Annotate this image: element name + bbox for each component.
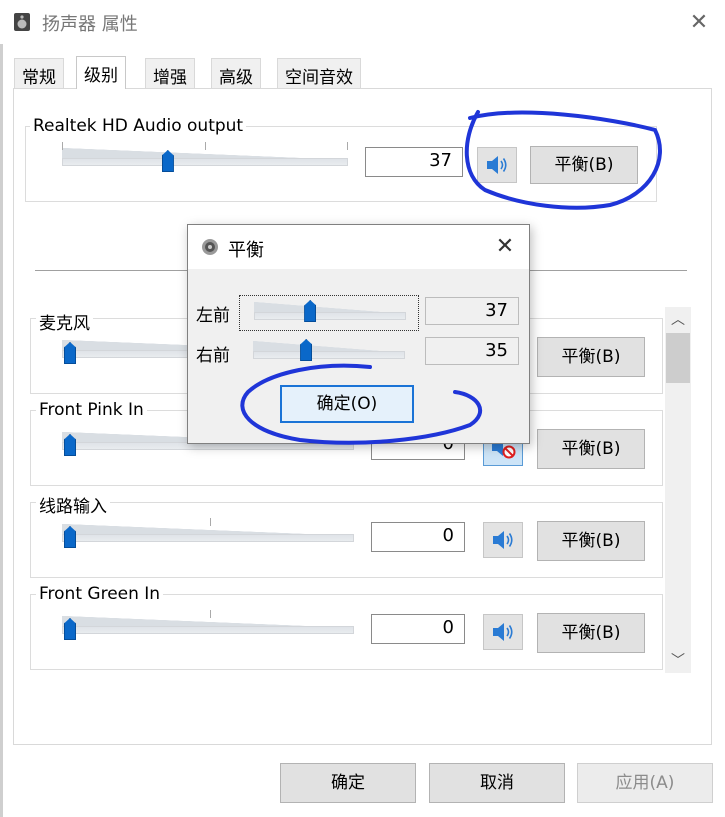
background-window-edge [0,44,3,817]
cancel-button[interactable]: 取消 [429,763,565,803]
ok-button[interactable]: 确定 [280,763,416,803]
output-device-label: Realtek HD Audio output [30,116,247,136]
dialog-title-bar: 平衡 ✕ [188,225,529,269]
device-mute-button[interactable] [483,522,523,558]
slider-track [62,534,354,542]
close-button[interactable]: ✕ [684,8,714,38]
slider-track [62,158,348,166]
left-front-label: 左前 [196,306,230,326]
slider-tick [210,610,211,618]
output-volume-value[interactable]: 37 [365,147,463,177]
window-title: 扬声器 属性 [42,14,138,35]
speaker-properties-icon [14,13,30,31]
device-balance-button[interactable]: 平衡(B) [537,429,645,469]
slider-tick [347,142,348,150]
slider-track [253,351,405,359]
right-front-label: 右前 [196,346,230,366]
tab-spatial-sound[interactable]: 空间音效 [277,58,361,88]
scrollbar-thumb[interactable] [666,333,690,383]
tab-levels[interactable]: 级别 [76,56,126,89]
title-bar: 扬声器 属性 ✕ [0,0,725,44]
right-front-value[interactable]: 35 [425,337,519,365]
device-volume-slider[interactable] [62,610,354,640]
speaker-icon [202,239,218,255]
speaker-icon [493,531,513,549]
balance-dialog: 平衡 ✕ 左前 37 右前 35 确定(O) [187,224,530,444]
speaker-icon [493,623,513,641]
tab-enhancements[interactable]: 增强 [145,58,195,88]
left-front-value[interactable]: 37 [425,297,519,325]
output-balance-button[interactable]: 平衡(B) [530,146,638,184]
device-volume-value[interactable]: 0 [371,614,465,644]
slider-tick [205,142,206,150]
tab-general[interactable]: 常规 [14,58,64,88]
apply-button[interactable]: 应用(A) [577,763,713,803]
device-balance-button[interactable]: 平衡(B) [537,337,645,377]
dialog-ok-button[interactable]: 确定(O) [280,385,414,423]
dialog-title: 平衡 [228,240,264,261]
left-front-slider[interactable] [239,295,419,331]
output-volume-slider[interactable] [62,142,348,172]
tab-advanced[interactable]: 高级 [211,58,261,88]
scroll-up-icon[interactable]: ︿ [665,309,691,331]
dialog-close-button[interactable]: ✕ [490,232,520,262]
slider-tick [62,142,63,150]
device-balance-button[interactable]: 平衡(B) [537,521,645,561]
device-label: 线路输入 [36,492,110,517]
device-volume-slider[interactable] [62,518,354,548]
speaker-icon [487,156,507,174]
slider-track [62,626,354,634]
scroll-down-icon[interactable]: ﹀ [665,650,691,672]
device-label: Front Green In [36,584,164,604]
device-mute-button[interactable] [483,614,523,650]
device-label: Front Pink In [36,400,147,420]
slider-track [254,312,406,320]
device-volume-value[interactable]: 0 [371,522,465,552]
device-label: 麦克风 [36,309,93,334]
output-mute-button[interactable] [477,147,517,183]
device-balance-button[interactable]: 平衡(B) [537,613,645,653]
right-front-slider[interactable] [239,335,419,371]
slider-tick [210,518,211,526]
